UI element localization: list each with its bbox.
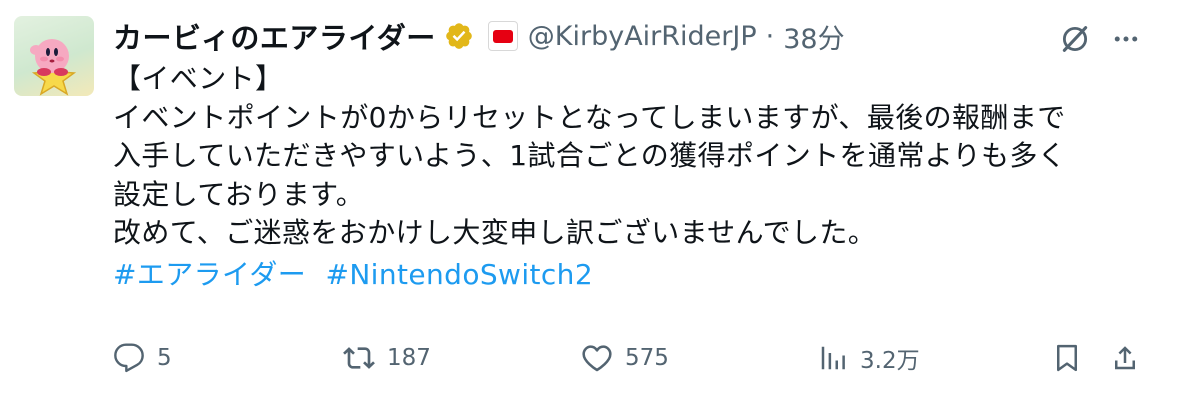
- hashtag-link[interactable]: #エアライダー: [113, 258, 306, 291]
- display-name[interactable]: カービィのエアライダー: [113, 15, 436, 57]
- action-bar: 5 187 575 3.2万: [0, 338, 1189, 378]
- like-count: 575: [625, 345, 669, 371]
- grok-button[interactable]: [1055, 19, 1095, 59]
- grok-icon: [1062, 26, 1088, 52]
- tweet-text-line: 入手していただきやすいよう、1試合ごとの獲得ポイントを通常よりも多く: [113, 139, 1067, 172]
- hashtag-list: #エアライダー #NintendoSwitch2: [113, 256, 1173, 295]
- avatar[interactable]: [14, 16, 94, 96]
- tweet-text-line: 【イベント】: [113, 62, 284, 95]
- retweet-count: 187: [387, 345, 431, 371]
- reply-count: 5: [157, 345, 172, 371]
- kirby-on-star-avatar-icon: [30, 39, 77, 96]
- tweet: カービィのエアライダー @KirbyAirRiderJP · 38分 【イベント…: [0, 0, 1189, 408]
- views-chart-icon: [821, 346, 845, 370]
- tweet-header: カービィのエアライダー @KirbyAirRiderJP · 38分: [113, 16, 1189, 56]
- tweet-text-line: イベントポイントが0からリセットとなってしまいますが、最後の報酬まで: [113, 100, 1066, 134]
- tweet-text-line: 改めて、ご迷惑をおかけし大変申し訳ございませんでした。: [113, 216, 877, 249]
- reply-button[interactable]: 5: [113, 338, 172, 378]
- heart-icon: [582, 345, 612, 372]
- hashtag-link[interactable]: #NintendoSwitch2: [325, 258, 593, 291]
- tweet-text: 【イベント】 イベントポイントが0からリセットとなってしまいますが、最後の報酬ま…: [113, 60, 1173, 294]
- verified-badge-icon[interactable]: [444, 21, 474, 51]
- timestamp[interactable]: 38分: [783, 17, 844, 56]
- bookmark-button[interactable]: [1052, 338, 1082, 378]
- retweet-button[interactable]: 187: [343, 338, 431, 378]
- more-button[interactable]: [1106, 19, 1146, 59]
- separator-dot: ·: [765, 20, 775, 52]
- nintendo-affiliate-icon[interactable]: [487, 21, 518, 51]
- retweet-icon: [343, 347, 375, 369]
- views-button[interactable]: 3.2万: [818, 338, 920, 378]
- bookmark-icon: [1057, 344, 1077, 372]
- user-handle[interactable]: @KirbyAirRiderJP: [528, 21, 757, 52]
- more-dots-icon: [1114, 36, 1138, 42]
- reply-icon: [114, 343, 144, 373]
- views-count: 3.2万: [860, 348, 920, 374]
- share-button[interactable]: [1110, 338, 1140, 378]
- share-icon: [1115, 346, 1135, 370]
- like-button[interactable]: 575: [581, 338, 669, 378]
- tweet-text-line: 設定しております。: [113, 177, 365, 211]
